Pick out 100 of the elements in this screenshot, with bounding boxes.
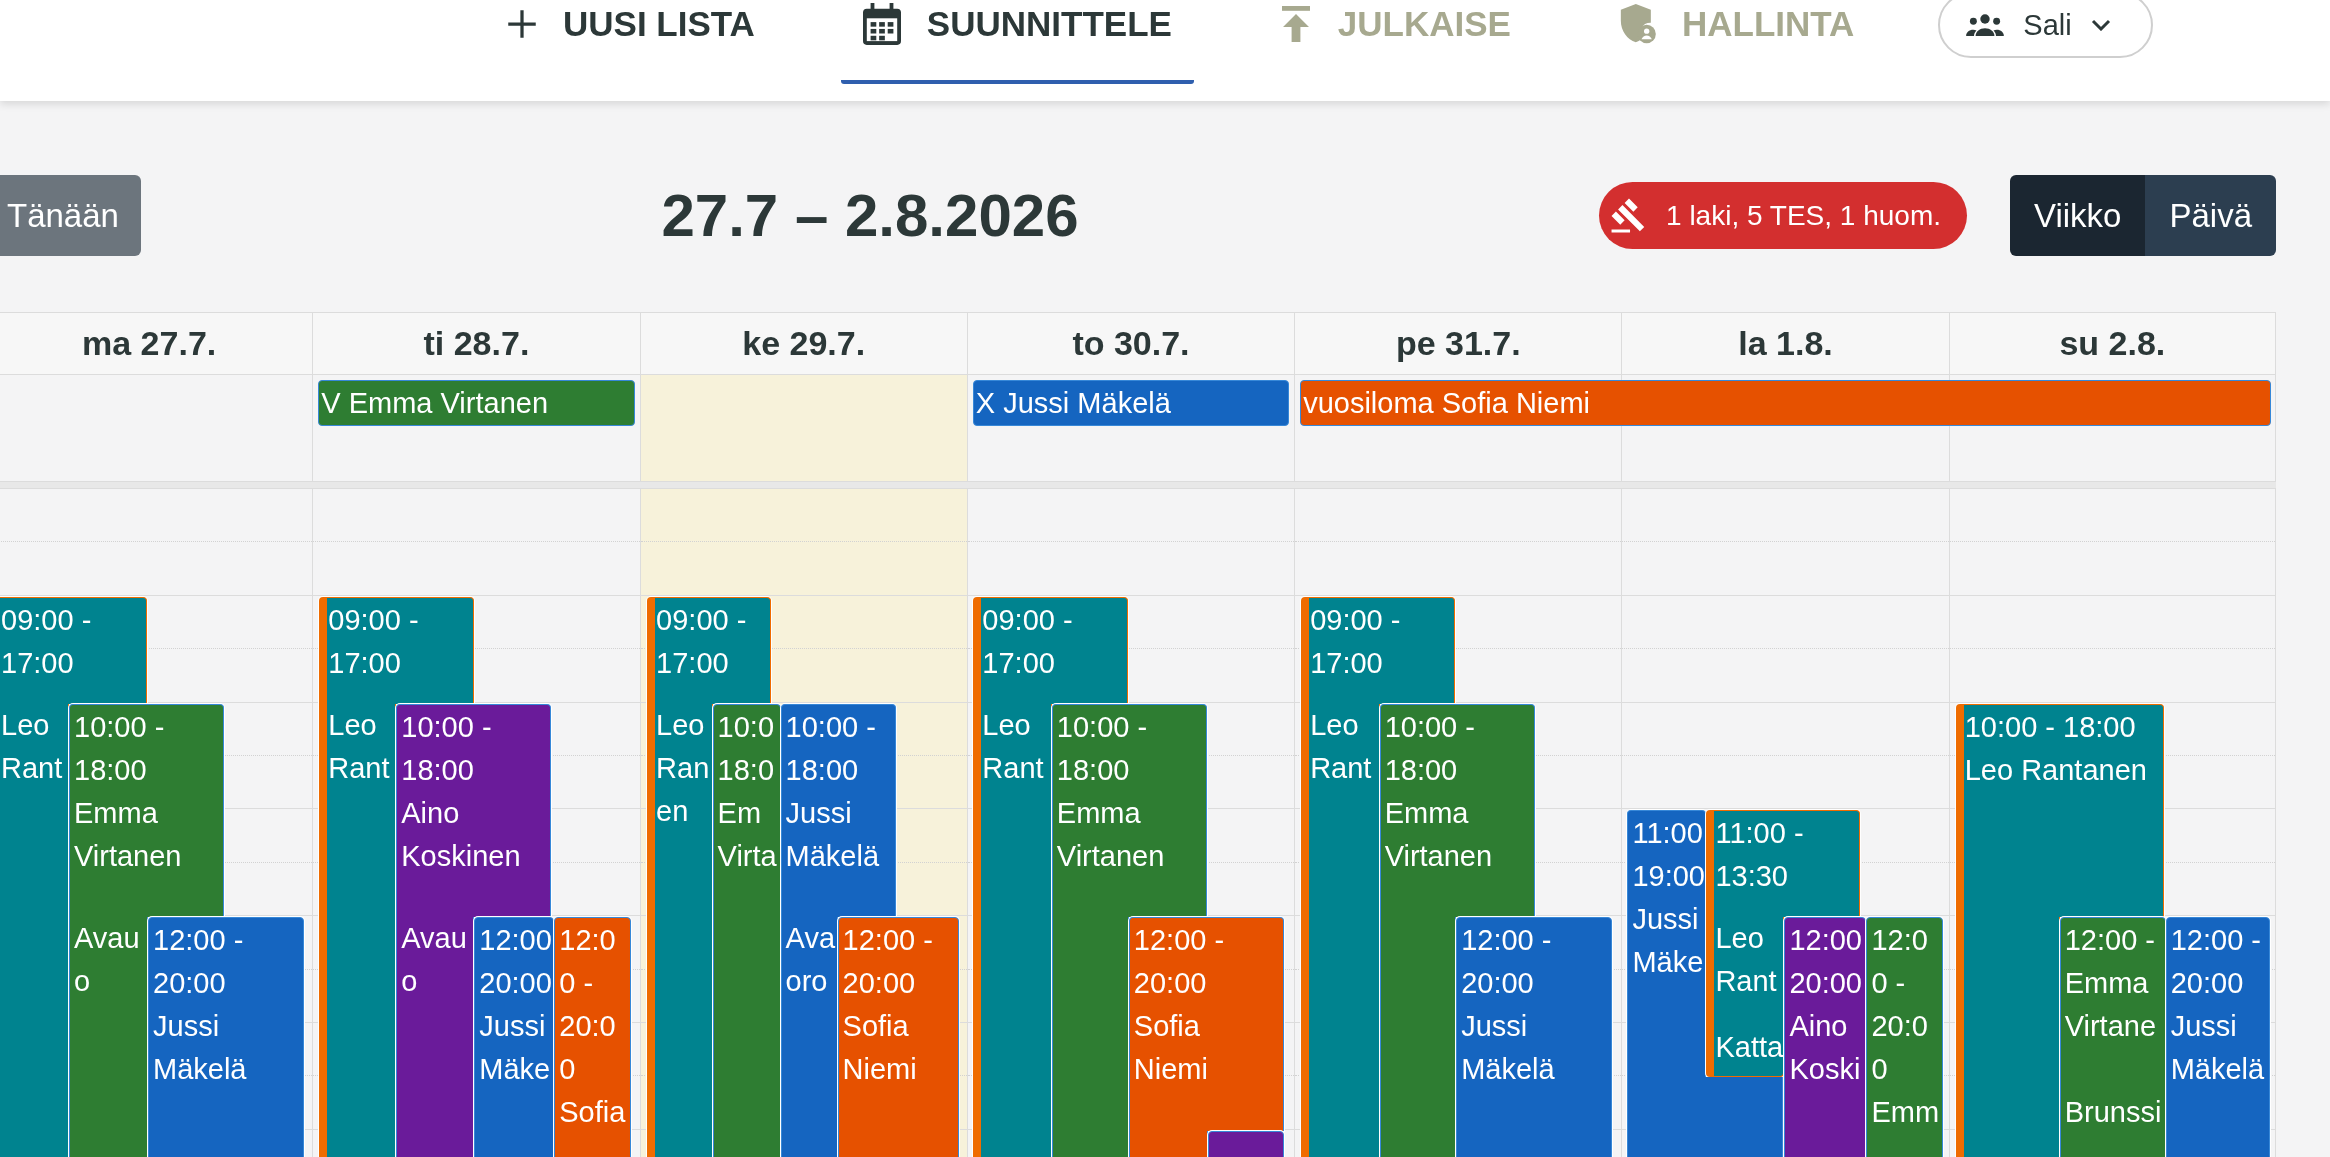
employee-name: Emma Virtane: [2064, 966, 2158, 1045]
shift-event[interactable]: 12:00 - 20:00 Jussi Mäkelä: [148, 917, 304, 1157]
employee-name: Leo Rant: [982, 707, 1045, 786]
shift-time: 10:00 - 18:00: [401, 709, 493, 788]
shift-time: 10:00 - 18:00: [785, 709, 877, 788]
employee-name: Sofia Niemi: [842, 1009, 918, 1088]
shift-event[interactable]: 12:00 - 20:00 Sofia Niemi: [837, 917, 959, 1157]
shift-event[interactable]: 11:00 - 13:30: [1706, 810, 1860, 918]
employee-name: Jussi Mäke: [1632, 902, 1705, 981]
employee-name: Leo Rant: [328, 707, 391, 786]
day-header: ti 28.7.: [312, 313, 640, 374]
shift-time: 10:00 - 18:00: [1964, 709, 2136, 745]
shift-event[interactable]: 10:00 - 18:00 Aino Koskinen: [396, 703, 552, 918]
employee-name: Emma Virtanen: [74, 795, 183, 874]
today-button[interactable]: Tänään: [0, 175, 141, 256]
shield-icon: [1618, 4, 1656, 44]
location-dropdown[interactable]: Sali: [1938, 0, 2153, 58]
shift-event[interactable]: Avau o: [396, 917, 475, 1157]
day-header: su 2.8.: [1948, 313, 2276, 374]
shift-event[interactable]: Leo Rant: [973, 703, 1052, 1157]
shift-event[interactable]: Leo Rant Katta: [1706, 917, 1785, 1078]
shift-time: 12:00 - 20:00: [153, 923, 245, 1002]
shift-event[interactable]: Leo Rant: [319, 703, 397, 1157]
shift-event[interactable]: 12:00 20:00 Jussi Mäke: [474, 917, 555, 1157]
shift-event[interactable]: 12:00 - 20:00 Emm: [1866, 917, 1944, 1157]
shift-time: 12:00 - 20:00: [2170, 923, 2262, 1002]
shift-time: 09:00 - 17:00: [982, 602, 1074, 681]
shift-note: Brunssi: [2064, 1095, 2162, 1131]
shift-note: Katta: [1715, 1030, 1784, 1066]
shift-event[interactable]: Leo Rant: [0, 703, 69, 1157]
day-header: pe 31.7.: [1294, 313, 1622, 374]
employee-name: Sofia: [559, 1095, 626, 1131]
date-range-title: 27.7 – 2.8.2026: [660, 181, 1080, 250]
shift-event[interactable]: 09:00 - 17:00: [1301, 596, 1456, 704]
shift-event[interactable]: 12:00 - 20:00 Sofia: [554, 917, 632, 1157]
employee-name: Emm: [1871, 1095, 1940, 1131]
plus-icon: [507, 9, 537, 39]
shift-event[interactable]: Leo Ran en: [647, 703, 713, 1157]
employee-name: Emma Virtanen: [1384, 795, 1494, 874]
shift-event[interactable]: 10:00 - 18:00 Emma Virtanen: [69, 703, 224, 918]
shift-event[interactable]: 09:00 - 17:00: [647, 596, 772, 704]
shift-time: 12:00 20:00: [479, 923, 553, 1002]
nav-tab[interactable]: UUSI LISTA: [485, 0, 777, 84]
shift-time: 12:00 20:00: [1789, 923, 1863, 1002]
shift-event[interactable]: 10:00 - 18:00 Emma Virtanen: [1051, 703, 1207, 918]
employee-name: Leo Rant: [1, 707, 64, 786]
shift-time: 09:00 - 17:00: [656, 602, 748, 681]
nav-tab[interactable]: SUUNNITTELE: [840, 0, 1194, 84]
shift-time: 09:00 - 17:00: [328, 602, 420, 681]
upload-icon: [1279, 6, 1312, 42]
shift-time: 12:00 - 20:00: [842, 923, 934, 1002]
shift-time: 09:00 - 17:00: [1, 602, 93, 681]
employee-name: Em Virta: [717, 795, 778, 874]
calendar-icon: [862, 3, 901, 45]
shift-time: 09:00 - 17:00: [1310, 602, 1402, 681]
employee-name: Jussi Mäkelä: [2170, 1009, 2266, 1088]
shift-event[interactable]: Ava oro: [780, 917, 838, 1157]
shift-time: 12:00 - 20:00: [1461, 923, 1553, 1002]
shift-event[interactable]: 12:00 - 20:00 Jussi Mäkelä: [2165, 917, 2270, 1157]
shift-event[interactable]: 10:00 - 18:00 Jussi Mäkelä: [780, 703, 896, 918]
shift-note: Ava oro: [785, 921, 836, 1000]
shift-time: 12:00 - 20:00: [559, 923, 617, 1088]
shift-time: 10:00 - 18:00: [1056, 709, 1149, 788]
day-header: la 1.8.: [1621, 313, 1949, 374]
shift-event[interactable]: 12:00 - 20:00 Jussi Mäkelä: [1456, 917, 1613, 1157]
all-day-event[interactable]: X Jussi Mäkelä: [972, 380, 1290, 426]
shift-event[interactable]: 11:00 19:00 Jussi Mäke: [1627, 810, 1707, 1078]
shift-note: Avau o: [74, 921, 141, 1000]
shift-time: 10:0 18:0: [717, 709, 775, 788]
shift-event[interactable]: 12:00 - Emma Virtane Brunssi: [2059, 917, 2166, 1157]
employee-name: Sofia Niemi: [1133, 1009, 1209, 1088]
shift-event[interactable]: Leo Rant: [1301, 703, 1380, 1157]
shift-event[interactable]: 10:0 18:0 Em Virta: [712, 703, 781, 1157]
shift-time: 11:00 - 13:30: [1715, 816, 1805, 895]
view-toggle-button[interactable]: Päivä: [2145, 175, 2276, 256]
shift-event[interactable]: 10:00 - 18:00 Emma Virtanen: [1379, 703, 1536, 918]
all-day-event[interactable]: V Emma Virtanen: [318, 380, 635, 426]
shift-event[interactable]: 12:00 20:00 Aino Koski: [1784, 917, 1867, 1157]
warnings-badge[interactable]: 1 laki, 5 TES, 1 huom.: [1599, 182, 1967, 249]
shift-time: 10:00 - 18:00: [74, 709, 166, 788]
shift-event[interactable]: 09:00 - 17:00: [0, 596, 147, 704]
employee-name: Aino Koskinen: [401, 795, 522, 874]
employee-name: Aino Koski: [1789, 1009, 1862, 1088]
employee-name: Jussi Mäkelä: [785, 795, 881, 874]
employee-name: Leo Rantanen: [1964, 752, 2147, 788]
shift-event[interactable]: Avau o: [69, 917, 148, 1157]
shift-event[interactable]: 09:00 - 17:00: [319, 596, 475, 704]
shift-event[interactable]: 10:00 - 18:00 Leo Rantanen: [1955, 703, 2164, 918]
shift-time: 12:00 -: [2064, 923, 2155, 959]
shift-event[interactable]: 09:00 - 17:00: [973, 596, 1129, 704]
day-header: ke 29.7.: [639, 313, 967, 374]
shift-time: 11:00 19:00: [1632, 816, 1706, 895]
all-day-event[interactable]: vuosiloma Sofia Niemi: [1300, 380, 2271, 426]
shift-time: 12:00 - 20:00: [1871, 923, 1929, 1088]
employee-name: Jussi Mäke: [479, 1009, 552, 1088]
day-header: to 30.7.: [966, 313, 1295, 374]
employee-name: Jussi Mäkelä: [153, 1009, 248, 1088]
shift-event[interactable]: 12:00 - 20:00 Sofia Niemi: [1128, 917, 1284, 1131]
view-toggle-button[interactable]: Viikko: [2010, 175, 2146, 256]
day-header: ma 27.7.: [0, 313, 313, 374]
